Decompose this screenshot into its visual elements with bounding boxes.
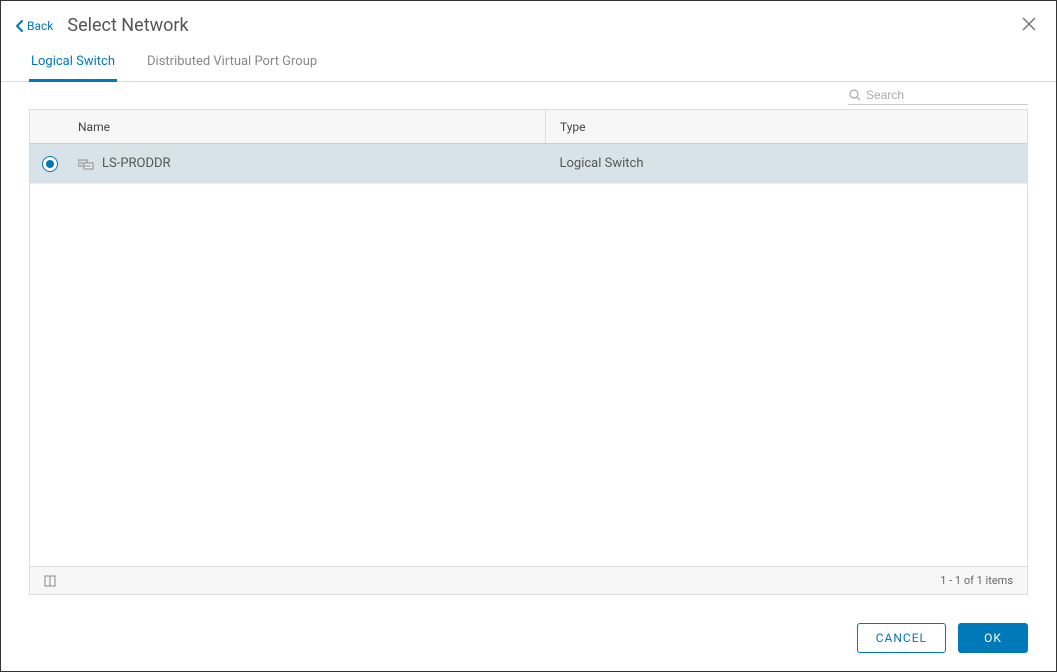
column-toggle-button[interactable] — [44, 575, 56, 587]
back-label: Back — [27, 19, 53, 33]
radio-button-icon — [42, 156, 58, 172]
dialog-footer: CANCEL OK — [1, 595, 1056, 671]
pagination-status: 1 - 1 of 1 items — [940, 574, 1013, 587]
close-icon — [1020, 15, 1038, 33]
row-name: LS-PRODDR — [102, 156, 171, 171]
table-body: LS-PRODDR Logical Switch — [30, 144, 1027, 566]
search-input[interactable] — [866, 86, 1028, 104]
row-radio[interactable] — [30, 156, 70, 172]
cancel-button[interactable]: CANCEL — [857, 623, 946, 653]
network-table: Name Type — [29, 109, 1028, 595]
columns-icon — [44, 575, 56, 587]
logical-switch-icon — [78, 157, 94, 171]
close-button[interactable] — [1020, 15, 1038, 33]
tab-logical-switch[interactable]: Logical Switch — [29, 46, 117, 82]
row-name-cell: LS-PRODDR — [70, 156, 546, 171]
table-row[interactable]: LS-PRODDR Logical Switch — [30, 144, 1027, 184]
col-header-type[interactable]: Type — [546, 110, 1027, 143]
chevron-left-icon — [15, 19, 25, 33]
col-header-name[interactable]: Name — [70, 110, 546, 143]
search-row — [1, 82, 1056, 109]
tab-distributed-virtual-port-group[interactable]: Distributed Virtual Port Group — [145, 46, 319, 82]
search-box — [848, 86, 1028, 105]
select-network-dialog: Back Select Network Logical Switch Distr… — [0, 0, 1057, 672]
table-header: Name Type — [30, 110, 1027, 144]
table-footer: 1 - 1 of 1 items — [30, 566, 1027, 594]
ok-button[interactable]: OK — [958, 623, 1028, 653]
content: Name Type — [1, 109, 1056, 595]
tabs: Logical Switch Distributed Virtual Port … — [1, 46, 1056, 82]
search-icon — [848, 88, 862, 102]
dialog-header: Back Select Network — [1, 1, 1056, 46]
back-button[interactable]: Back — [15, 19, 53, 33]
dialog-title: Select Network — [67, 15, 188, 36]
row-type: Logical Switch — [546, 156, 1028, 171]
